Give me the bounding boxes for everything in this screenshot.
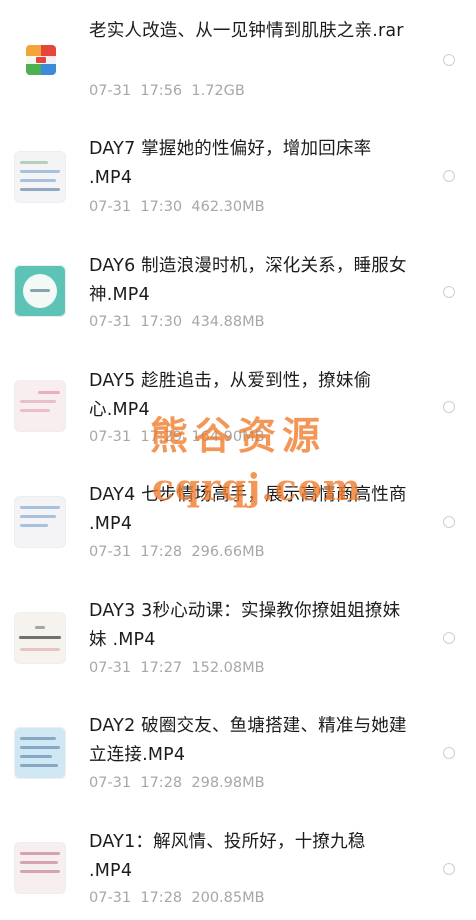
file-row[interactable]: DAY1：解风情、投所好，十撩九稳 .MP4 07-31 17:28 200.8… (0, 805, 476, 920)
file-name: DAY1：解风情、投所好，十撩九稳 .MP4 (89, 832, 366, 881)
file-list: 老实人改造、从一见钟情到肌肤之亲.rar 07-31 17:56 1.72GB … (0, 0, 476, 917)
file-meta: 07-31 17:29 164.90MB (89, 427, 265, 447)
file-meta: 07-31 17:30 462.30MB (89, 197, 265, 217)
file-meta: 07-31 17:27 152.08MB (89, 658, 265, 678)
file-row[interactable]: DAY2 破圈交友、鱼塘搭建、精准与她建立连接.MP4 07-31 17:28 … (0, 690, 476, 805)
file-meta: 07-31 17:28 296.66MB (89, 542, 265, 562)
file-row[interactable]: 老实人改造、从一见钟情到肌肤之亲.rar 07-31 17:56 1.72GB (0, 0, 476, 115)
file-size: 462.30MB (191, 199, 265, 215)
file-meta: 07-31 17:28 200.85MB (89, 888, 265, 908)
file-date: 07-31 (89, 544, 132, 560)
video-thumbnail (14, 265, 66, 317)
file-size: 296.66MB (191, 544, 265, 560)
file-size: 164.90MB (191, 429, 265, 445)
file-meta: 07-31 17:30 434.88MB (89, 312, 265, 332)
file-size: 1.72GB (191, 83, 245, 99)
select-radio[interactable] (443, 286, 455, 298)
file-time: 17:28 (140, 775, 183, 791)
select-radio[interactable] (443, 863, 455, 875)
select-radio[interactable] (443, 747, 455, 759)
select-radio[interactable] (443, 401, 455, 413)
file-date: 07-31 (89, 199, 132, 215)
file-row[interactable]: DAY4 七步情场高手，展示高情商高性商 .MP4 07-31 17:28 29… (0, 460, 476, 575)
file-date: 07-31 (89, 660, 132, 676)
file-time: 17:29 (140, 429, 183, 445)
video-thumbnail (14, 151, 66, 203)
file-date: 07-31 (89, 314, 132, 330)
file-meta: 07-31 17:56 1.72GB (89, 81, 245, 101)
file-name: DAY3 3秒心动课：实操教你撩姐姐撩妹妹 .MP4 (89, 601, 401, 650)
select-radio[interactable] (443, 170, 455, 182)
file-row[interactable]: DAY7 掌握她的性偏好，增加回床率 .MP4 07-31 17:30 462.… (0, 115, 476, 230)
file-time: 17:28 (140, 544, 183, 560)
select-radio[interactable] (443, 516, 455, 528)
file-time: 17:56 (140, 83, 183, 99)
file-size: 152.08MB (191, 660, 265, 676)
video-thumbnail (14, 380, 66, 432)
video-thumbnail (14, 496, 66, 548)
file-meta: 07-31 17:28 298.98MB (89, 773, 265, 793)
file-name: DAY5 趁胜追击，从爱到性，撩妹偷心.MP4 (89, 371, 372, 420)
file-size: 298.98MB (191, 775, 265, 791)
select-radio[interactable] (443, 54, 455, 66)
file-size: 434.88MB (191, 314, 265, 330)
file-time: 17:30 (140, 314, 183, 330)
file-name: DAY2 破圈交友、鱼塘搭建、精准与她建立连接.MP4 (89, 716, 407, 765)
file-date: 07-31 (89, 429, 132, 445)
file-row[interactable]: DAY5 趁胜追击，从爱到性，撩妹偷心.MP4 07-31 17:29 164.… (0, 345, 476, 460)
file-size: 200.85MB (191, 890, 265, 906)
file-time: 17:30 (140, 199, 183, 215)
file-name: 老实人改造、从一见钟情到肌肤之亲.rar (89, 21, 404, 41)
video-thumbnail (14, 842, 66, 894)
file-row[interactable]: DAY6 制造浪漫时机，深化关系，睡服女神.MP4 07-31 17:30 43… (0, 230, 476, 345)
file-date: 07-31 (89, 83, 132, 99)
file-name: DAY6 制造浪漫时机，深化关系，睡服女神.MP4 (89, 256, 407, 305)
video-thumbnail (14, 612, 66, 664)
file-name: DAY4 七步情场高手，展示高情商高性商 .MP4 (89, 485, 407, 534)
video-thumbnail (14, 727, 66, 779)
file-date: 07-31 (89, 890, 132, 906)
file-row[interactable]: DAY3 3秒心动课：实操教你撩姐姐撩妹妹 .MP4 07-31 17:27 1… (0, 575, 476, 690)
file-time: 17:27 (140, 660, 183, 676)
select-radio[interactable] (443, 632, 455, 644)
file-time: 17:28 (140, 890, 183, 906)
file-date: 07-31 (89, 775, 132, 791)
archive-icon (26, 45, 56, 75)
file-name: DAY7 掌握她的性偏好，增加回床率 .MP4 (89, 139, 372, 188)
